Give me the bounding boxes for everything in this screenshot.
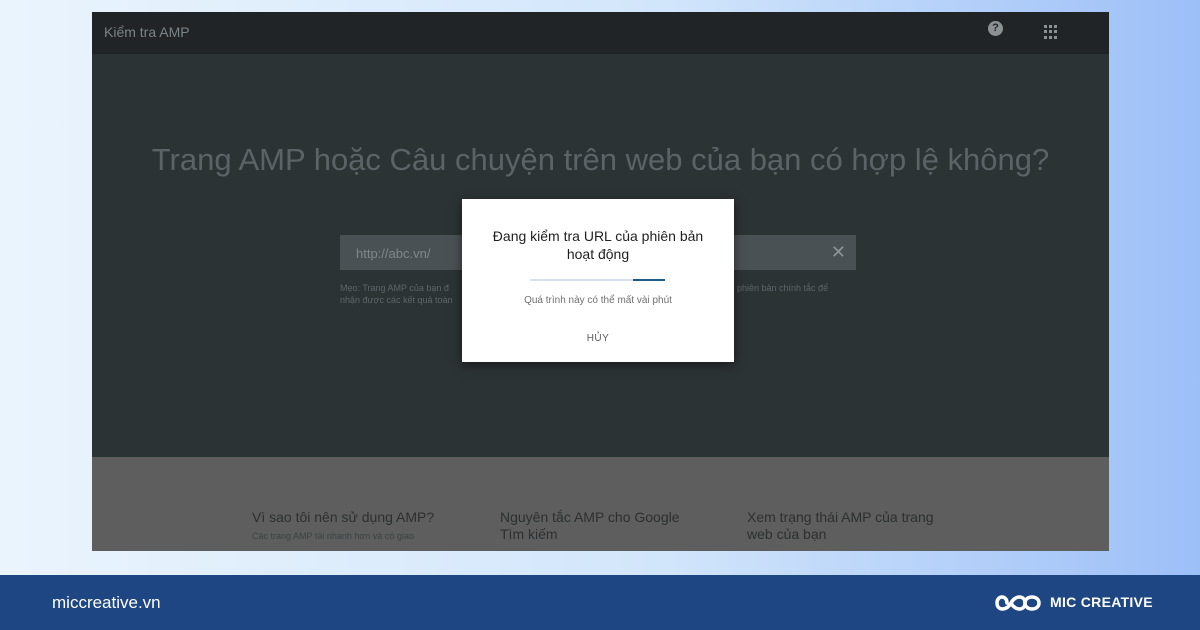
help-icon[interactable]: ?	[988, 21, 1003, 36]
footer-site-url[interactable]: miccreative.vn	[52, 593, 161, 613]
feature-title[interactable]: Xem trạng thái AMP của trang web của bạn	[747, 509, 947, 543]
loading-dialog: Đang kiểm tra URL của phiên bản hoạt độn…	[462, 199, 734, 362]
tip-text: Mẹo: Trang AMP của bạn đ nhận được các k…	[340, 283, 453, 305]
feature-description: Các trang AMP tải nhanh hơn và có giao	[252, 531, 414, 541]
top-bar: Kiểm tra AMP ?	[92, 12, 1109, 54]
page-heading: Trang AMP hoặc Câu chuyện trên web của b…	[151, 142, 1050, 177]
features-section: Vì sao tôi nên sử dụng AMP? Các trang AM…	[92, 457, 1109, 551]
dialog-title: Đang kiểm tra URL của phiên bản hoạt độn…	[492, 228, 704, 262]
url-input-value[interactable]: http://abc.vn/	[356, 246, 430, 261]
feature-title[interactable]: Vì sao tôi nên sử dụng AMP?	[252, 509, 452, 526]
tip-text-continued: phiên bản chính tắc để	[737, 283, 829, 293]
dialog-subtitle: Quá trình này có thể mất vài phút	[524, 295, 672, 306]
brand-name: MIC CREATIVE	[1050, 594, 1153, 610]
feature-card[interactable]: Vì sao tôi nên sử dụng AMP? Các trang AM…	[252, 509, 452, 542]
progress-indicator	[633, 279, 665, 281]
feature-card[interactable]: Xem trạng thái AMP của trang web của bạn	[747, 509, 947, 548]
cancel-button[interactable]: HỦY	[578, 330, 618, 346]
close-icon[interactable]: ✕	[831, 242, 846, 262]
progress-bar	[530, 279, 665, 281]
feature-title[interactable]: Nguyên tắc AMP cho Google Tìm kiếm	[500, 509, 700, 543]
feature-card[interactable]: Nguyên tắc AMP cho Google Tìm kiếm	[500, 509, 700, 548]
apps-grid-icon[interactable]	[1044, 25, 1058, 39]
app-title: Kiểm tra AMP	[104, 24, 190, 40]
infinity-logo-icon	[995, 595, 1041, 611]
footer-bar: miccreative.vn MIC CREATIVE	[0, 575, 1200, 630]
